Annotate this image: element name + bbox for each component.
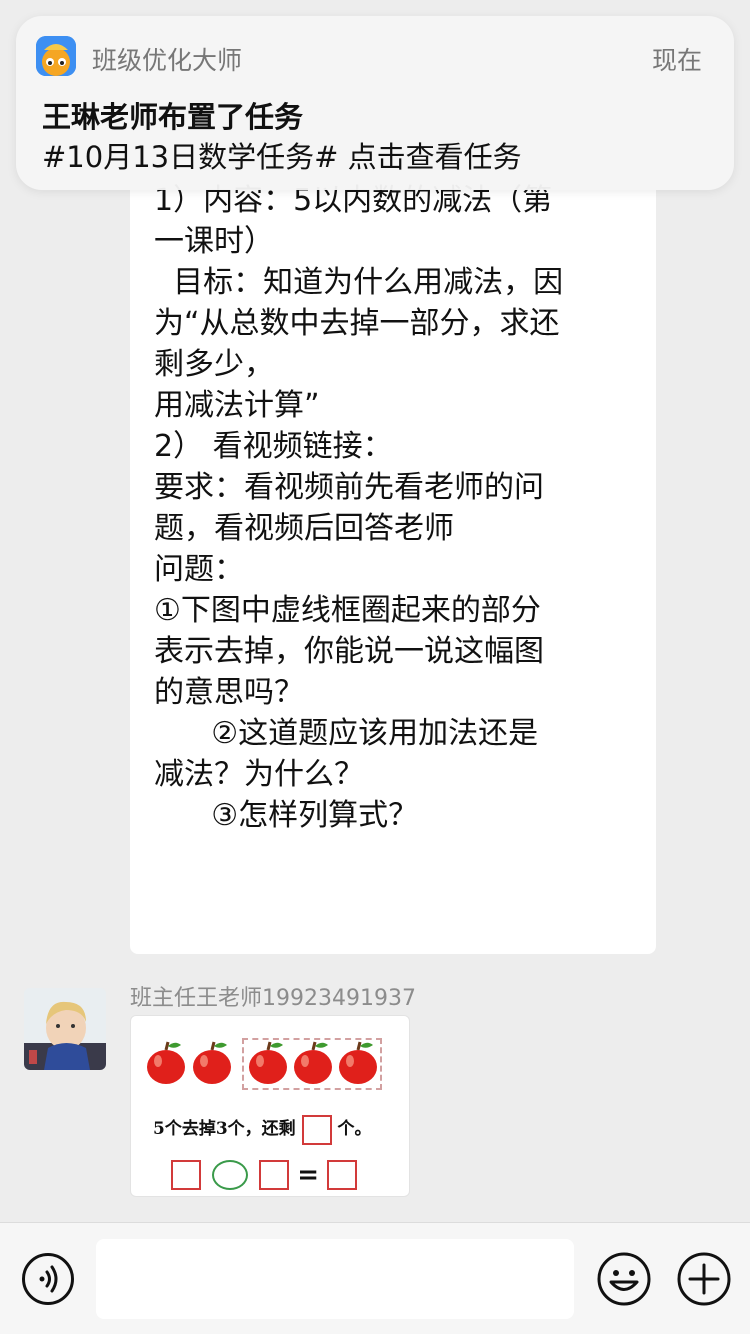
- image-sentence-part2: 个。: [337, 1119, 372, 1139]
- message-line: 目标：知道为什么用减法，因: [154, 265, 564, 300]
- answer-square: [327, 1160, 358, 1190]
- apple-icon: [294, 1041, 332, 1084]
- message-input[interactable]: [96, 1239, 574, 1319]
- answer-square: [301, 1114, 332, 1145]
- app-icon: [36, 36, 76, 76]
- message-line: ②这道题应该用加法还是: [154, 716, 539, 751]
- answer-square: [171, 1160, 201, 1190]
- answer-square: [259, 1160, 290, 1190]
- voice-button[interactable]: [22, 1253, 74, 1305]
- apple-icon: [339, 1041, 377, 1084]
- child-photo-icon: [24, 988, 106, 1070]
- more-button[interactable]: [676, 1251, 732, 1307]
- apple-icon: [249, 1041, 287, 1084]
- notification-app-name: 班级优化大师: [92, 46, 243, 75]
- notification-title: 王琳老师布置了任务: [42, 100, 304, 134]
- message-line: ①下图中虚线框圈起来的部分: [154, 593, 541, 628]
- emoji-icon: [597, 1252, 651, 1306]
- sender-name: 班主任王老师19923491937: [130, 986, 416, 1011]
- operator-circle: [212, 1160, 249, 1190]
- message-line: 表示去掉，你能说一说这幅图: [154, 634, 544, 669]
- voice-icon: [39, 1265, 58, 1293]
- message-line: ③怎样列算式？: [154, 798, 419, 833]
- input-bar: [0, 1222, 750, 1334]
- message-line: 剩多少，: [154, 347, 274, 382]
- message-line: 2） 看视频链接：: [154, 429, 393, 464]
- message-line: 要求：看视频前先看老师的问: [154, 470, 544, 505]
- emoji-button[interactable]: [596, 1251, 652, 1307]
- task-message-bubble[interactable]: 1）内容：5以内数的减法（第 一课时） 目标：知道为什么用减法，因 为“从总数中…: [130, 150, 656, 954]
- message-line: 为“从总数中去掉一部分，求还: [154, 306, 560, 341]
- plus-icon: [677, 1252, 731, 1306]
- equation-row: =: [171, 1160, 358, 1192]
- image-message[interactable]: 5个去掉3个，还剩 个。 =: [130, 1015, 410, 1197]
- message-line: 问题：: [154, 552, 244, 587]
- notification-banner[interactable]: 班级优化大师 现在 王琳老师布置了任务 #10月13日数学任务# 点击查看任务: [16, 16, 734, 190]
- apple-icon: [193, 1041, 231, 1084]
- notification-time: 现在: [651, 46, 702, 75]
- equals-sign: =: [297, 1160, 320, 1190]
- message-line: 的意思吗？: [154, 675, 304, 710]
- notification-body: #10月13日数学任务# 点击查看任务: [42, 140, 522, 174]
- sender-avatar[interactable]: [24, 988, 106, 1070]
- apple-icon: [147, 1041, 185, 1084]
- image-sentence: 5个去掉3个，还剩 个。: [153, 1114, 372, 1145]
- image-sentence-part1: 5个去掉3个，还剩: [153, 1119, 296, 1139]
- message-line: 用减法计算”: [154, 388, 320, 423]
- message-line: 减法？为什么？: [154, 757, 364, 792]
- message-line: 题，看视频后回答老师: [154, 511, 454, 546]
- message-line: 一课时）: [154, 224, 274, 259]
